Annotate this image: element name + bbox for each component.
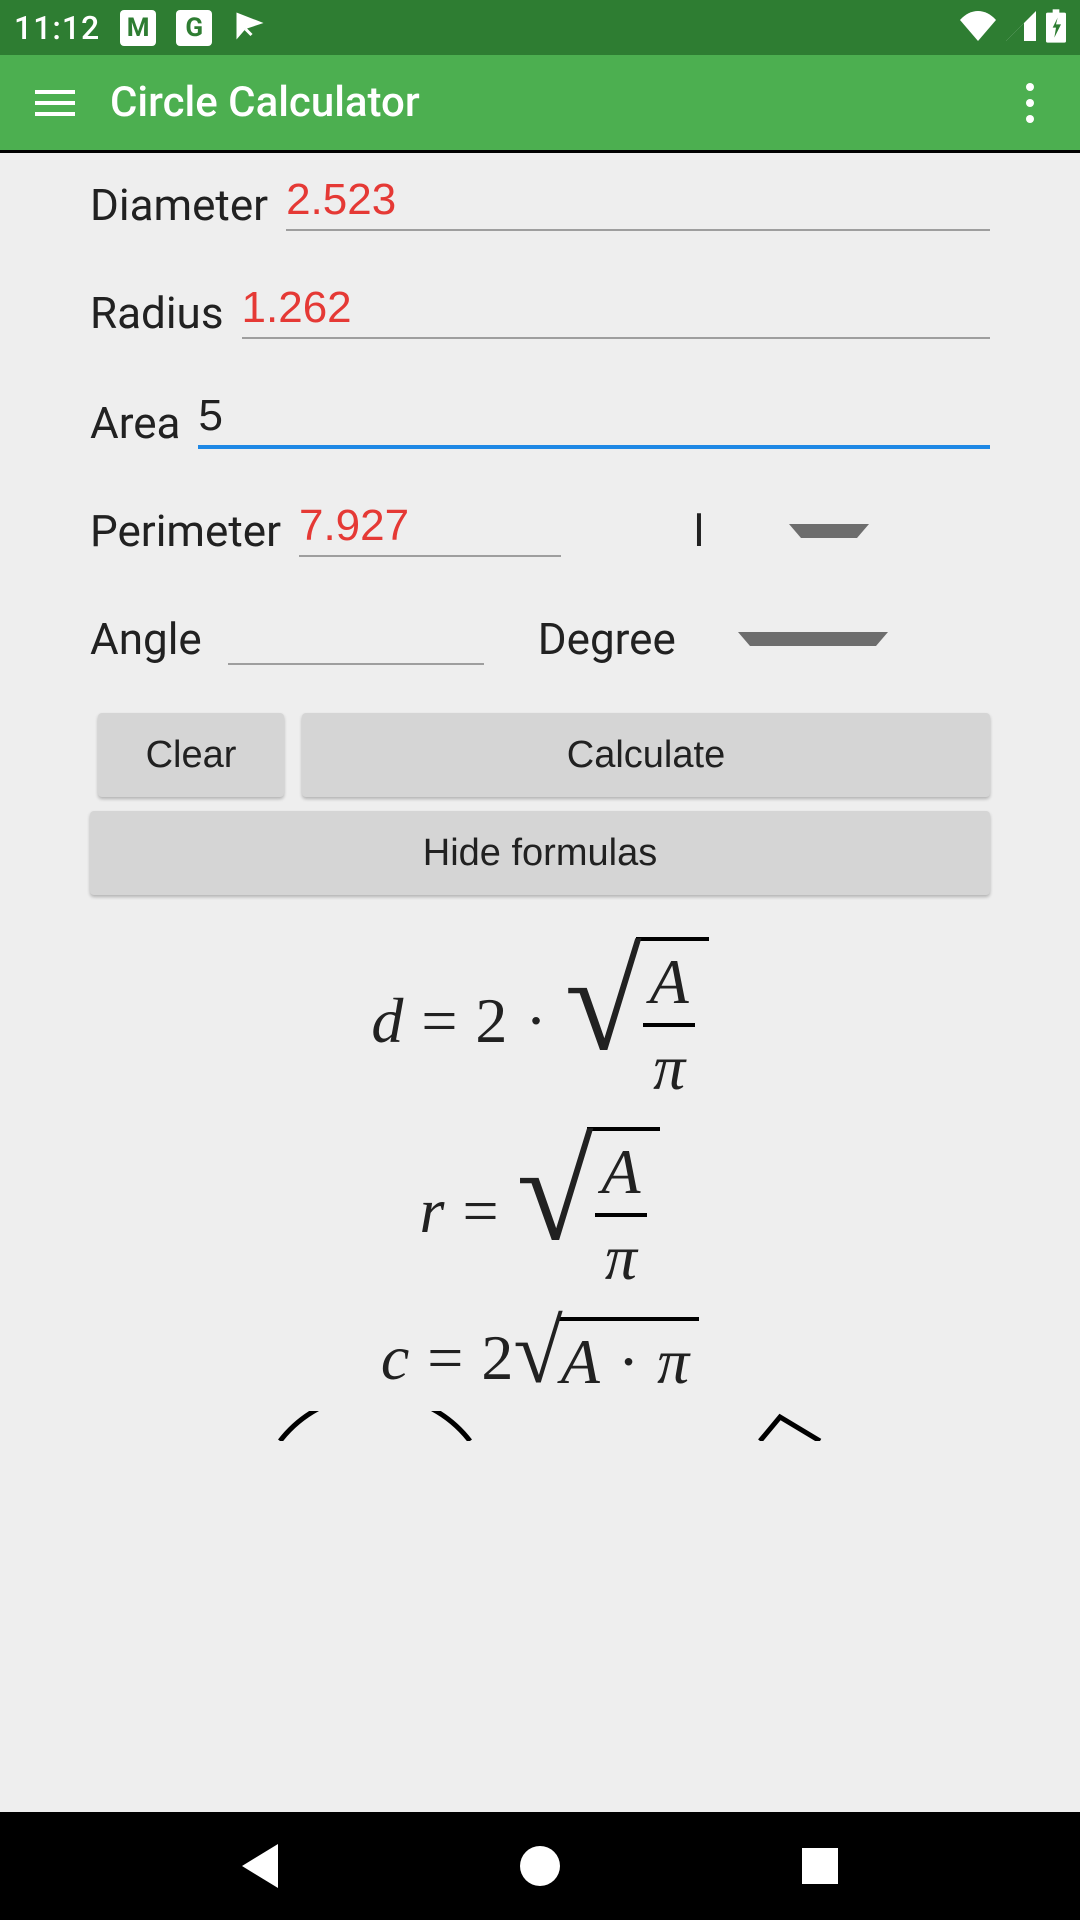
status-bar-right	[960, 9, 1066, 47]
angle-row: Angle Degree	[90, 609, 990, 665]
area-row: Area	[90, 391, 990, 449]
area-label: Area	[90, 397, 180, 449]
chevron-down-icon	[738, 632, 888, 646]
status-bar-left: 11:12 M G	[14, 8, 268, 48]
angle-unit-value: Degree	[538, 613, 688, 665]
formula-radius: r = √ A π	[420, 1127, 661, 1295]
perimeter-label: Perimeter	[90, 505, 281, 557]
chevron-down-icon	[789, 524, 869, 538]
perimeter-unit-value: l	[659, 505, 739, 557]
formula-circumference: c = 2 √ A · π	[381, 1317, 699, 1399]
diameter-input[interactable]	[286, 175, 990, 231]
nav-home-icon[interactable]	[520, 1846, 560, 1886]
clear-button[interactable]: Clear	[98, 713, 284, 797]
hide-formulas-button[interactable]: Hide formulas	[90, 811, 990, 895]
perimeter-unit-dropdown[interactable]: l	[659, 505, 889, 557]
content: Diameter Radius Area Perimeter l Angle D…	[0, 153, 1080, 1812]
angle-unit-dropdown[interactable]: Degree	[538, 613, 908, 665]
diagram-partial	[220, 1401, 860, 1431]
diameter-label: Diameter	[90, 179, 268, 231]
grammarly-icon: G	[176, 10, 212, 46]
app-bar: Circle Calculator	[0, 55, 1080, 150]
battery-charging-icon	[1046, 9, 1066, 47]
status-time: 11:12	[14, 9, 100, 47]
wifi-icon	[960, 11, 996, 45]
cell-signal-icon	[1006, 11, 1036, 45]
play-store-icon	[232, 8, 268, 48]
nav-back-icon[interactable]	[242, 1844, 278, 1888]
navigation-bar	[0, 1812, 1080, 1920]
angle-label: Angle	[90, 613, 202, 665]
diameter-row: Diameter	[90, 175, 990, 231]
gmail-icon: M	[120, 10, 156, 46]
status-bar: 11:12 M G	[0, 0, 1080, 55]
button-group: Clear Calculate Hide formulas	[90, 717, 990, 895]
radius-label: Radius	[90, 287, 224, 339]
radius-row: Radius	[90, 283, 990, 339]
area-input[interactable]	[198, 391, 990, 449]
angle-input[interactable]	[228, 609, 484, 665]
overflow-menu-icon[interactable]	[980, 55, 1080, 150]
menu-icon[interactable]	[0, 55, 110, 150]
formula-diameter: d = 2 · √ A π	[371, 937, 708, 1105]
nav-recent-icon[interactable]	[802, 1848, 838, 1884]
page-title: Circle Calculator	[110, 78, 980, 127]
perimeter-row: Perimeter l	[90, 501, 990, 557]
perimeter-input[interactable]	[299, 501, 561, 557]
formulas-panel: d = 2 · √ A π r = √ A π c	[90, 937, 990, 1431]
calculate-button[interactable]: Calculate	[302, 713, 990, 797]
radius-input[interactable]	[242, 283, 990, 339]
